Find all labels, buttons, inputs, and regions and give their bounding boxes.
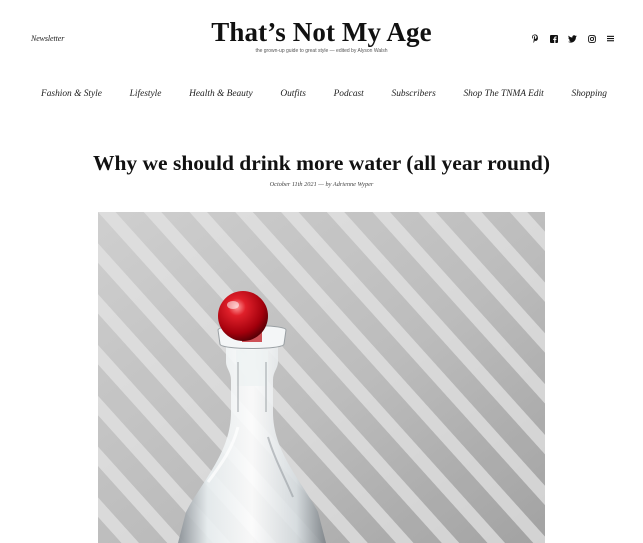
nav-item-subscribers[interactable]: Subscribers	[392, 89, 436, 99]
main-navigation: Fashion & Style Lifestyle Health & Beaut…	[0, 89, 643, 99]
instagram-icon[interactable]	[586, 33, 597, 44]
nav-item-shopping[interactable]: Shopping	[572, 89, 607, 99]
nav-item-fashion-style[interactable]: Fashion & Style	[41, 89, 102, 99]
water-carafe-photo	[98, 212, 545, 543]
hero-image[interactable]	[98, 212, 545, 543]
nav-item-lifestyle[interactable]: Lifestyle	[130, 89, 162, 99]
facebook-icon[interactable]	[548, 33, 559, 44]
nav-item-health-beauty[interactable]: Health & Beauty	[189, 89, 253, 99]
site-tagline: the grown-up guide to great style — edit…	[255, 48, 388, 54]
nav-item-podcast[interactable]: Podcast	[334, 89, 364, 99]
pinterest-icon[interactable]	[529, 33, 540, 44]
nav-item-outfits[interactable]: Outfits	[280, 89, 306, 99]
post-title[interactable]: Why we should drink more water (all year…	[0, 151, 643, 176]
post-meta: October 11th 2021 — by Adrienne Wyper	[269, 181, 374, 188]
nav-item-shop-tnma-edit[interactable]: Shop The TNMA Edit	[463, 89, 543, 99]
social-links	[529, 33, 616, 44]
twitter-icon[interactable]	[567, 33, 578, 44]
menu-icon[interactable]	[605, 33, 616, 44]
